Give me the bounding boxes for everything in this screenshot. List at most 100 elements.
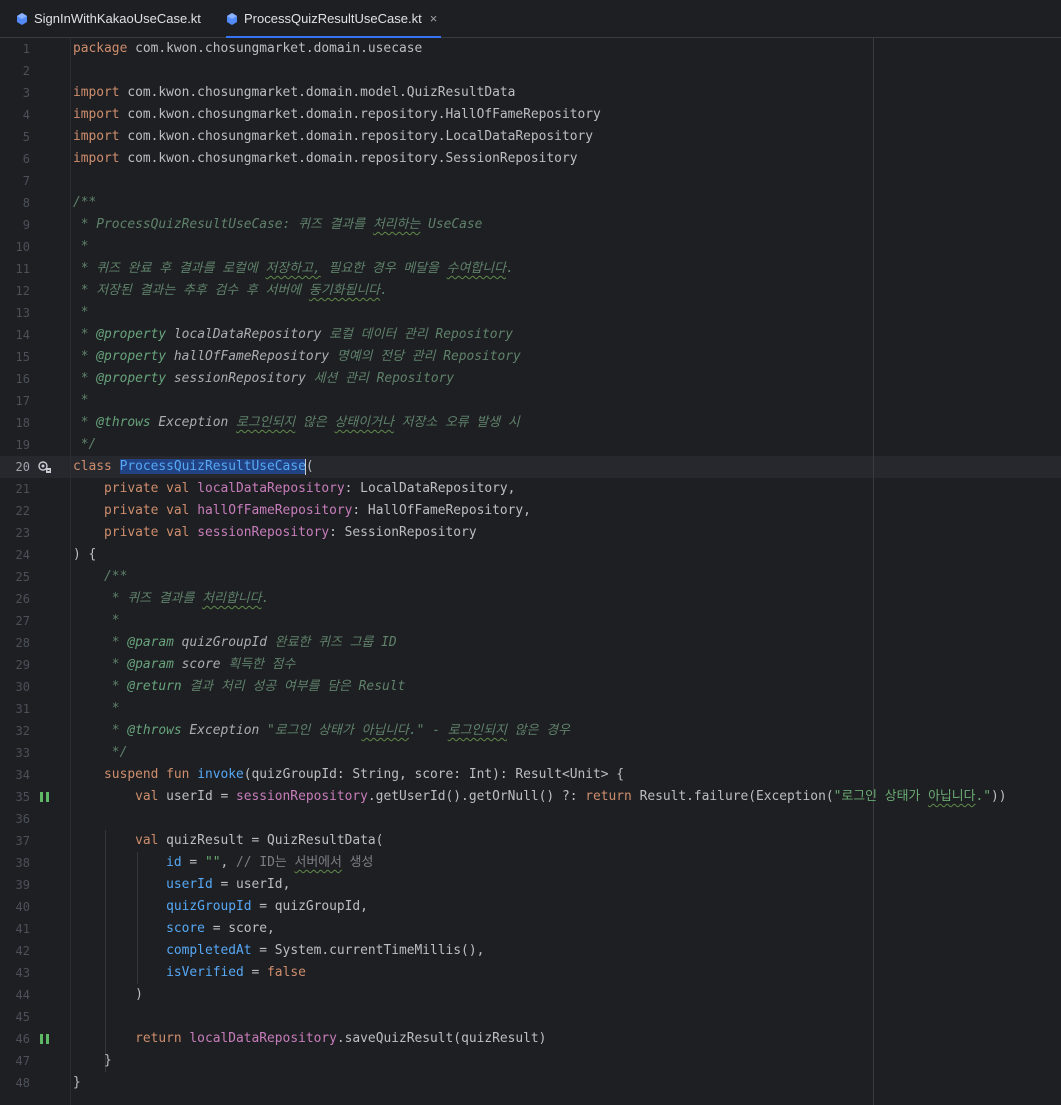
code-text: */ bbox=[73, 745, 128, 760]
line-number: 20 bbox=[15, 460, 30, 474]
line-number: 27 bbox=[15, 614, 30, 628]
line-number: 9 bbox=[22, 218, 30, 232]
code-text: * @param quizGroupId 완료한 퀴즈 그룹 ID bbox=[73, 635, 397, 650]
code-line-23: 23 private val sessionRepository: Sessio… bbox=[0, 522, 1061, 544]
code-text: * bbox=[73, 305, 89, 320]
line-number: 33 bbox=[15, 746, 30, 760]
code-text: * ProcessQuizResultUseCase: 퀴즈 결과를 처리하는 … bbox=[73, 217, 483, 232]
code-text: quizGroupId = quizGroupId, bbox=[166, 899, 368, 914]
code-line-34: 34 suspend fun invoke(quizGroupId: Strin… bbox=[0, 764, 1061, 786]
code-text: * @param score 획득한 점수 bbox=[73, 657, 296, 672]
editor-tab-bar: SignInWithKakaoUseCase.kt ProcessQuizRes… bbox=[0, 0, 1061, 38]
code-text: private val sessionRepository: SessionRe… bbox=[73, 525, 477, 540]
code-text: suspend fun invoke(quizGroupId: String, … bbox=[73, 767, 625, 782]
code-line-36: 36 bbox=[0, 808, 1061, 830]
line-number: 19 bbox=[15, 438, 30, 452]
line-number: 17 bbox=[15, 394, 30, 408]
code-line-20: 20 class ProcessQuizResultUseCase( bbox=[0, 456, 1061, 478]
tab-process-quiz-result-usecase[interactable]: ProcessQuizResultUseCase.kt × bbox=[226, 0, 442, 38]
code-text: /** bbox=[73, 195, 97, 210]
line-number: 1 bbox=[22, 42, 30, 56]
implement-interface-icon[interactable] bbox=[38, 460, 52, 474]
line-number: 47 bbox=[15, 1054, 30, 1068]
tab-label: SignInWithKakaoUseCase.kt bbox=[34, 11, 201, 26]
line-number: 30 bbox=[15, 680, 30, 694]
code-text: * @property sessionRepository 세션 관리 Repo… bbox=[73, 371, 455, 386]
line-number: 2 bbox=[22, 64, 30, 78]
suspend-call-icon[interactable] bbox=[38, 790, 52, 804]
code-line-3: 3 import com.kwon.chosungmarket.domain.mo… bbox=[0, 82, 1061, 104]
code-line-25: 25 /** bbox=[0, 566, 1061, 588]
code-line-2: 2 bbox=[0, 60, 1061, 82]
line-number: 18 bbox=[15, 416, 30, 430]
line-number: 22 bbox=[15, 504, 30, 518]
code-line-15: 15 * @property hallOfFameRepository 명예의 … bbox=[0, 346, 1061, 368]
tab-signin-with-kakao-usecase[interactable]: SignInWithKakaoUseCase.kt bbox=[16, 0, 201, 37]
code-text: * 퀴즈 완료 후 결과를 로컬에 저장하고, 필요한 경우 메달을 수여합니다… bbox=[73, 261, 514, 276]
kotlin-file-icon bbox=[17, 12, 27, 25]
code-line-16: 16 * @property sessionRepository 세션 관리 R… bbox=[0, 368, 1061, 390]
suspend-call-icon[interactable] bbox=[38, 1032, 52, 1046]
code-line-35: 35 val userId = sessionRepository.getUse… bbox=[0, 786, 1061, 808]
line-number: 35 bbox=[15, 790, 30, 804]
code-text: return localDataRepository.saveQuizResul… bbox=[73, 1031, 547, 1046]
selected-class-name: ProcessQuizResultUseCase bbox=[119, 459, 306, 474]
code-text: * @throws Exception "로그인 상태가 아닙니다." - 로그… bbox=[73, 723, 570, 738]
tab-label: ProcessQuizResultUseCase.kt bbox=[244, 11, 422, 26]
code-text: * bbox=[73, 393, 89, 408]
line-number: 40 bbox=[15, 900, 30, 914]
kotlin-file-icon bbox=[227, 12, 237, 25]
line-number: 42 bbox=[15, 944, 30, 958]
code-line-30: 30 * @return 결과 처리 성공 여부를 담은 Result bbox=[0, 676, 1061, 698]
code-text: package com.kwon.chosungmarket.domain.us… bbox=[73, 41, 423, 56]
code-line-43: 43 isVerified = false bbox=[0, 962, 1061, 984]
code-line-37: 37 val quizResult = QuizResultData( bbox=[0, 830, 1061, 852]
code-line-48: 48} bbox=[0, 1072, 1061, 1094]
line-number: 16 bbox=[15, 372, 30, 386]
line-number: 43 bbox=[15, 966, 30, 980]
close-icon[interactable]: × bbox=[430, 11, 438, 26]
line-number: 29 bbox=[15, 658, 30, 672]
code-line-6: 6 import com.kwon.chosungmarket.domain.re… bbox=[0, 148, 1061, 170]
code-line-8: 8 /** bbox=[0, 192, 1061, 214]
line-number: 14 bbox=[15, 328, 30, 342]
code-line-14: 14 * @property localDataRepository 로컬 데이… bbox=[0, 324, 1061, 346]
code-line-21: 21 private val localDataRepository: Loca… bbox=[0, 478, 1061, 500]
line-number: 31 bbox=[15, 702, 30, 716]
code-line-18: 18 * @throws Exception 로그인되지 않은 상태이거나 저장… bbox=[0, 412, 1061, 434]
line-number: 46 bbox=[15, 1032, 30, 1046]
line-number: 10 bbox=[15, 240, 30, 254]
code-text: ) bbox=[73, 987, 143, 1002]
line-number: 45 bbox=[15, 1010, 30, 1024]
code-text: score = score, bbox=[166, 921, 275, 936]
line-number: 39 bbox=[15, 878, 30, 892]
code-line-9: 9 * ProcessQuizResultUseCase: 퀴즈 결과를 처리하… bbox=[0, 214, 1061, 236]
code-text: import com.kwon.chosungmarket.domain.mod… bbox=[73, 85, 516, 100]
code-text: isVerified = false bbox=[166, 965, 306, 980]
code-text: * bbox=[73, 239, 89, 254]
line-number: 15 bbox=[15, 350, 30, 364]
code-line-28: 28 * @param quizGroupId 완료한 퀴즈 그룹 ID bbox=[0, 632, 1061, 654]
code-line-19: 19 */ bbox=[0, 434, 1061, 456]
line-number: 34 bbox=[15, 768, 30, 782]
line-number: 8 bbox=[22, 196, 30, 210]
code-text: ) { bbox=[73, 547, 97, 562]
code-editor[interactable]: 1 package com.kwon.chosungmarket.domain.u… bbox=[0, 38, 1061, 1105]
code-line-31: 31 * bbox=[0, 698, 1061, 720]
code-text: import com.kwon.chosungmarket.domain.rep… bbox=[73, 129, 593, 144]
line-number: 7 bbox=[22, 174, 30, 188]
line-number: 3 bbox=[22, 86, 30, 100]
line-number: 25 bbox=[15, 570, 30, 584]
code-line-42: 42 completedAt = System.currentTimeMilli… bbox=[0, 940, 1061, 962]
code-text: import com.kwon.chosungmarket.domain.rep… bbox=[73, 151, 578, 166]
line-number: 4 bbox=[22, 108, 30, 122]
code-line-17: 17 * bbox=[0, 390, 1061, 412]
code-line-11: 11 * 퀴즈 완료 후 결과를 로컬에 저장하고, 필요한 경우 메달을 수여… bbox=[0, 258, 1061, 280]
code-text: * @property localDataRepository 로컬 데이터 관… bbox=[73, 327, 514, 342]
line-number: 41 bbox=[15, 922, 30, 936]
code-line-12: 12 * 저장된 결과는 추후 검수 후 서버에 동기화됩니다. bbox=[0, 280, 1061, 302]
code-text: * bbox=[73, 701, 120, 716]
line-number: 38 bbox=[15, 856, 30, 870]
code-line-22: 22 private val hallOfFameRepository: Hal… bbox=[0, 500, 1061, 522]
line-number: 11 bbox=[15, 262, 30, 276]
